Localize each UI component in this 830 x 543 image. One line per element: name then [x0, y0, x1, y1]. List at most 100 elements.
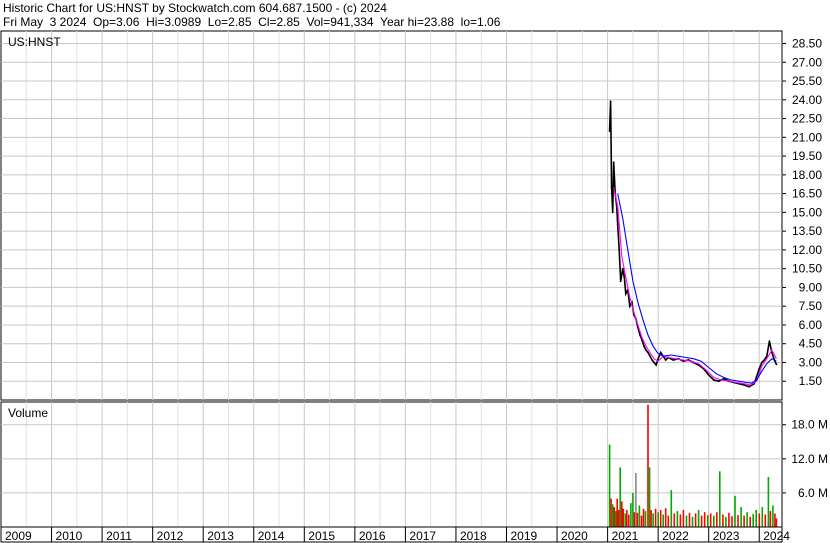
price-point [618, 249, 621, 251]
x-tick-label: 2017 [409, 529, 436, 543]
volume-bar [647, 404, 649, 527]
x-tick-label: 2009 [5, 529, 32, 543]
volume-bar [746, 512, 748, 527]
price-point [651, 359, 653, 361]
price-point [760, 361, 763, 364]
price-point [659, 351, 662, 354]
price-point [619, 280, 622, 283]
volume-bar [761, 507, 764, 527]
price-point [768, 340, 771, 343]
price-y-tick-label: 10.50 [792, 262, 822, 276]
volume-bar [648, 467, 651, 527]
volume-y-tick-label: 6.0 M [798, 486, 828, 500]
volume-bar [725, 516, 727, 527]
volume-bar [626, 510, 628, 527]
price-y-tick-label: 7.50 [799, 299, 823, 313]
price-y-tick-label: 21.00 [792, 130, 822, 144]
price-y-tick-label: 25.50 [792, 74, 822, 88]
price-point [624, 292, 627, 295]
volume-bar [670, 490, 673, 527]
volume-bar [722, 514, 724, 527]
x-tick-label: 2021 [612, 529, 639, 543]
price-y-tick-label: 16.50 [792, 187, 822, 201]
volume-bar [775, 518, 778, 527]
x-tick-label: 2023 [713, 529, 740, 543]
price-point [647, 351, 649, 354]
volume-bar [632, 492, 634, 527]
volume-bar [638, 505, 641, 527]
volume-bar [614, 511, 617, 527]
price-point [653, 361, 655, 364]
volume-bar [703, 512, 706, 527]
price-point [621, 267, 624, 270]
price-point [712, 379, 715, 381]
volume-bar [713, 515, 715, 527]
price-point [610, 186, 613, 189]
price-y-tick-label: 27.00 [792, 55, 822, 69]
volume-bar [662, 514, 664, 527]
volume-bar [749, 516, 751, 527]
volume-panel-frame [0, 401, 783, 528]
volume-bar [737, 515, 739, 527]
volume-bar [621, 501, 623, 527]
volume-y-tick-label: 12.0 M [791, 452, 828, 466]
x-axis: 2009 2010 2011 2012 2013 2014 2015 2016 2017 2018… [0, 526, 790, 543]
x-tick-label: 2012 [157, 529, 184, 543]
volume-bar [716, 512, 718, 527]
volume-bar [691, 516, 694, 527]
price-point [657, 357, 660, 360]
volume-bar [752, 513, 754, 527]
volume-bar [755, 510, 757, 527]
volume-bar [774, 513, 776, 527]
volume-bar [640, 515, 643, 527]
volume-bar [619, 467, 621, 527]
volume-bar [673, 513, 676, 527]
volume-bar [617, 510, 620, 527]
x-tick-label: 2010 [56, 529, 83, 543]
volume-bar [767, 477, 770, 527]
volume-bar [650, 510, 652, 527]
price-y-tick-label: 3.00 [799, 355, 823, 369]
volume-bar [697, 510, 700, 527]
volume-bar [709, 513, 712, 527]
volume-bar [769, 511, 772, 527]
price-point [609, 100, 612, 103]
stock-chart: US:HNST 28.50 27.00 25.50 24.00 22.50 21.00 19… [0, 30, 828, 543]
volume-bar [608, 444, 611, 527]
volume-bar [728, 512, 730, 527]
volume-bar [706, 515, 709, 527]
volume-bar [682, 510, 685, 527]
price-point [717, 380, 720, 383]
price-point [643, 345, 645, 348]
x-tick-label: 2018 [460, 529, 487, 543]
price-y-tick-label: 13.50 [792, 224, 822, 238]
volume-bar [772, 505, 774, 527]
x-tick-label: 2011 [106, 529, 132, 543]
price-y-tick-label: 9.00 [799, 280, 823, 294]
volume-bar [679, 514, 682, 527]
price-point [645, 349, 647, 351]
price-point [655, 364, 657, 366]
volume-panel: Volume 18.0 M 12.0 M 6.0 M [0, 401, 828, 528]
volume-bar [743, 515, 745, 527]
price-y-tick-label: 6.00 [799, 318, 823, 332]
volume-bar [635, 473, 637, 527]
price-y-tick-label: 4.50 [799, 337, 823, 351]
volume-bar [731, 516, 733, 527]
price-panel-title: US:HNST [8, 35, 61, 49]
volume-bar [657, 512, 659, 527]
volume-y-tick-label: 18.0 M [791, 418, 828, 432]
price-point [623, 276, 626, 279]
volume-panel-title: Volume [8, 406, 48, 420]
price-point [628, 305, 631, 308]
volume-bar [734, 495, 736, 528]
volume-bar [654, 508, 657, 527]
volume-bar [628, 514, 630, 527]
price-panel: US:HNST 28.50 27.00 25.50 24.00 22.50 21.00 19… [0, 30, 823, 401]
price-point [611, 211, 614, 214]
volume-bar [642, 508, 645, 527]
x-tick-label: 2019 [511, 529, 538, 543]
x-tick-label: 2024 [763, 529, 790, 543]
volume-bar [688, 512, 691, 527]
volume-bar [664, 508, 667, 528]
